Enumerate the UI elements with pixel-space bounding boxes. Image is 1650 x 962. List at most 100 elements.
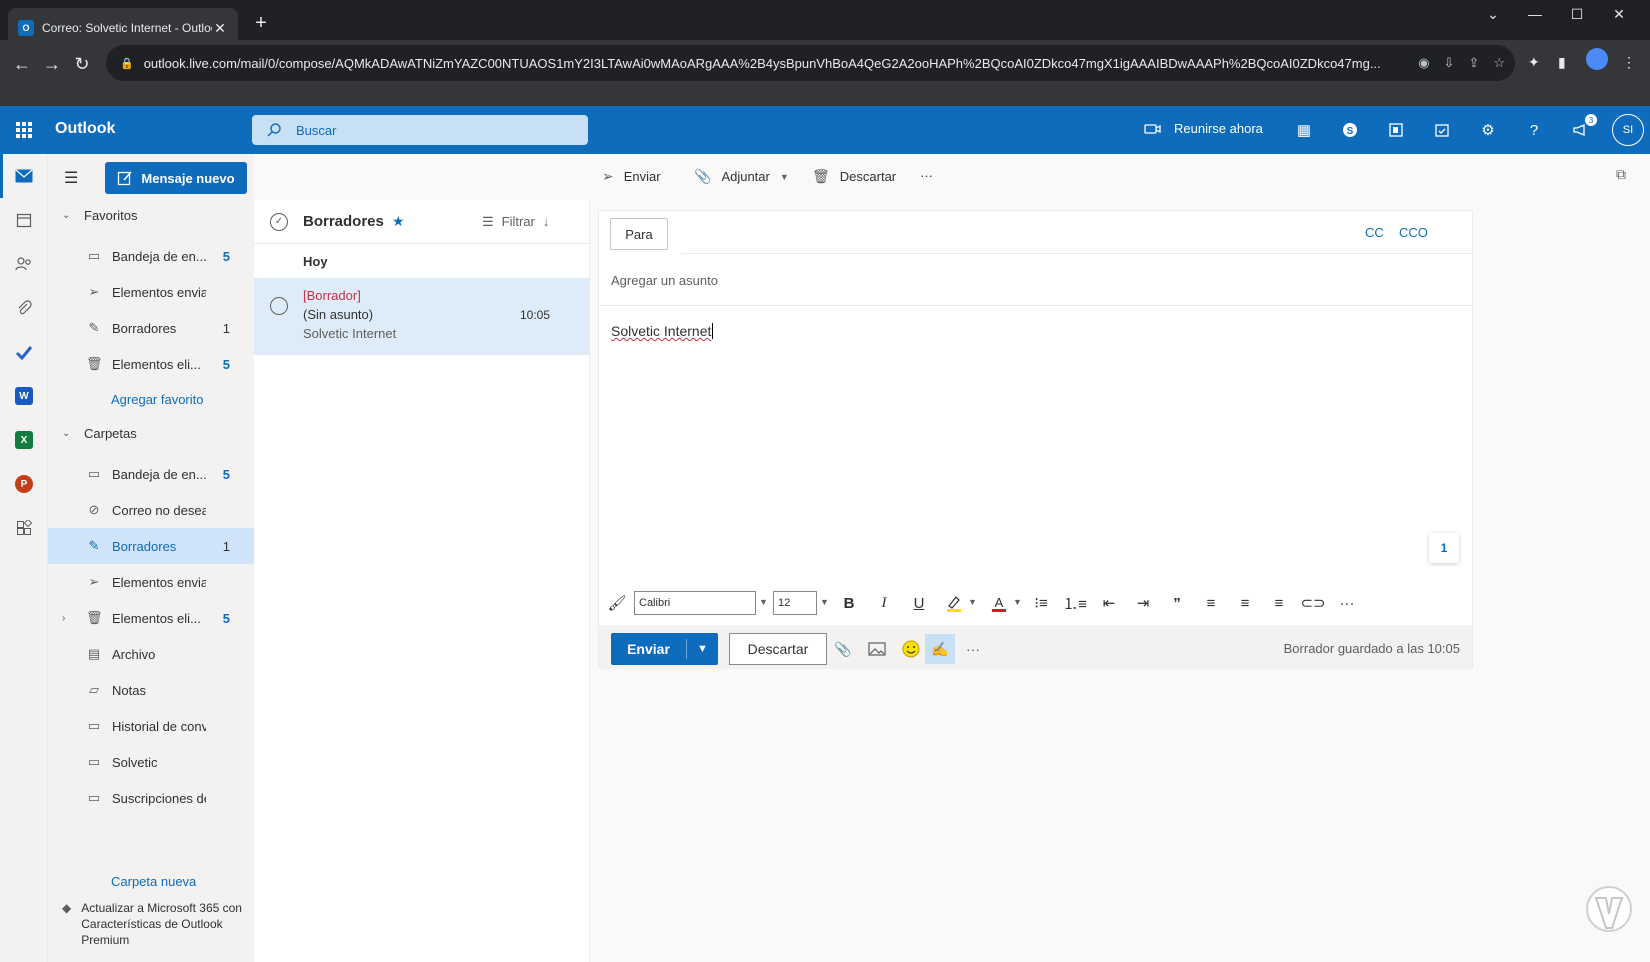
send-button[interactable]: Enviar ▼ [611, 633, 718, 665]
italic-button[interactable]: I [874, 593, 894, 613]
more-apps-icon[interactable] [14, 518, 34, 538]
settings-gear-icon[interactable]: ⚙ [1478, 120, 1498, 140]
browser-profile-avatar[interactable] [1586, 48, 1608, 70]
font-size-input[interactable]: 12 [773, 591, 817, 615]
paperclip-icon[interactable] [14, 298, 34, 318]
font-color-chevron-icon[interactable]: ▼ [1013, 597, 1022, 607]
my-day-icon[interactable] [1432, 120, 1452, 140]
favorite-star-icon[interactable]: ★ [392, 213, 405, 230]
to-button[interactable]: Para [610, 218, 668, 250]
folder-drafts[interactable]: ✎ Borradores 1 [48, 528, 254, 564]
attach-file-icon[interactable]: 📎 [833, 639, 853, 659]
folder-inbox[interactable]: ▭ Bandeja de en... 5 [48, 456, 254, 492]
command-attach-button[interactable]: 📎 Adjuntar ▼ [694, 168, 789, 185]
favorites-header[interactable]: ⌄ Favoritos [62, 208, 137, 223]
more-actions-icon[interactable]: ··· [963, 639, 983, 659]
folder-subscriptions[interactable]: ▭ Suscripciones de... [48, 780, 254, 816]
folder-archive[interactable]: ▤ Archivo [48, 636, 254, 672]
message-select-radio[interactable] [270, 297, 288, 315]
favorite-inbox[interactable]: ▭ Bandeja de en... 5 [48, 238, 254, 274]
forward-button[interactable]: → [38, 50, 66, 78]
folder-solvetic[interactable]: ▭ Solvetic [48, 744, 254, 780]
tab-search-chevron-icon[interactable]: ⌄ [1478, 6, 1508, 23]
folder-notes[interactable]: ▱ Notas [48, 672, 254, 708]
office-icon[interactable] [1386, 120, 1406, 140]
align-center-icon[interactable]: ≡ [1235, 593, 1255, 613]
reading-pane-scrollbar[interactable] [1636, 200, 1650, 962]
help-icon[interactable]: ? [1524, 120, 1544, 140]
cc-button[interactable]: CC [1365, 225, 1384, 240]
command-discard-button[interactable]: 🗑 Descartar [812, 168, 896, 185]
filter-button[interactable]: ☰ Filtrar ↓ [482, 214, 549, 230]
emoji-icon[interactable] [901, 639, 921, 659]
decrease-indent-icon[interactable]: ⇤ [1099, 593, 1119, 613]
hamburger-menu-icon[interactable]: ☰ [64, 168, 78, 188]
numbered-list-icon[interactable]: ⒈≡ [1063, 593, 1087, 613]
message-body[interactable]: Solvetic Internet [611, 323, 714, 339]
quote-icon[interactable]: ” [1167, 593, 1187, 613]
highlight-chevron-icon[interactable]: ▼ [968, 597, 977, 607]
close-tab-icon[interactable]: ✕ [212, 20, 228, 37]
side-panel-icon[interactable]: ▮ [1558, 54, 1566, 71]
favorite-deleted[interactable]: 🗑 Elementos eli... 5 [48, 346, 254, 382]
maximize-icon[interactable]: ☐ [1562, 6, 1592, 23]
powerpoint-icon[interactable]: P [14, 474, 34, 494]
send-options-chevron-icon[interactable]: ▼ [687, 643, 718, 655]
format-painter-icon[interactable]: 🖌 [607, 593, 627, 613]
size-dropdown-chevron-icon[interactable]: ▼ [820, 597, 829, 607]
font-dropdown-chevron-icon[interactable]: ▼ [759, 597, 768, 607]
more-options-button[interactable]: ··· [920, 168, 933, 183]
bold-button[interactable]: B [839, 593, 859, 613]
address-bar[interactable]: 🔒 outlook.live.com/mail/0/compose/AQMkAD… [106, 45, 1515, 81]
new-message-button[interactable]: Mensaje nuevo [105, 162, 247, 194]
bcc-button[interactable]: CCO [1399, 225, 1428, 240]
folder-conversation-history[interactable]: ▭ Historial de conv... [48, 708, 254, 744]
meet-now-button[interactable]: Reunirse ahora [1144, 121, 1263, 136]
word-icon[interactable]: W [14, 386, 34, 406]
people-icon[interactable] [14, 254, 34, 274]
underline-button[interactable]: U [909, 593, 929, 613]
new-folder-link[interactable]: Carpeta nueva [111, 874, 196, 889]
align-left-icon[interactable]: ≡ [1201, 593, 1221, 613]
insert-image-icon[interactable] [867, 639, 887, 659]
editor-icon[interactable]: ✍ [925, 634, 955, 664]
mail-icon[interactable] [14, 166, 34, 186]
new-tab-button[interactable]: + [250, 12, 272, 34]
highlight-icon[interactable] [944, 593, 964, 613]
discard-button[interactable]: Descartar [729, 633, 827, 665]
calendar-icon[interactable] [14, 210, 34, 230]
folder-deleted[interactable]: › 🗑 Elementos eli... 5 [48, 600, 254, 636]
message-list-item[interactable]: [Borrador] (Sin asunto) Solvetic Interne… [254, 278, 590, 355]
favorite-drafts[interactable]: ✎ Borradores 1 [48, 310, 254, 346]
todo-check-icon[interactable] [14, 342, 34, 362]
increase-indent-icon[interactable]: ⇥ [1133, 593, 1153, 613]
skype-icon[interactable]: S [1340, 120, 1360, 140]
excel-icon[interactable]: X [14, 430, 34, 450]
subject-input[interactable]: Agregar un asunto [611, 273, 718, 288]
command-send-button[interactable]: ➢ Enviar [602, 168, 661, 185]
app-name[interactable]: Outlook [55, 120, 115, 138]
select-all-checkbox[interactable]: ✓ [270, 212, 288, 231]
folder-junk[interactable]: ⊘ Correo no desea... [48, 492, 254, 528]
font-color-icon[interactable]: A [989, 593, 1009, 613]
extensions-icon[interactable]: ✦ [1528, 54, 1540, 71]
reload-button[interactable]: ↻ [68, 50, 96, 78]
popout-window-icon[interactable]: ⧉ [1616, 166, 1626, 183]
back-button[interactable]: ← [8, 50, 36, 78]
favorite-sent[interactable]: ➢ Elementos envia... [48, 274, 254, 310]
upgrade-premium-link[interactable]: ◆ Actualizar a Microsoft 365 con Caracte… [62, 900, 248, 948]
browser-menu-icon[interactable]: ⋮ [1622, 54, 1636, 71]
font-family-input[interactable]: Calibri [634, 591, 756, 615]
align-right-icon[interactable]: ≡ [1269, 593, 1289, 613]
eye-icon[interactable]: ◉ [1418, 55, 1429, 71]
close-window-icon[interactable]: ✕ [1604, 6, 1634, 23]
add-favorite-link[interactable]: Agregar favorito [111, 392, 204, 407]
chevron-right-icon[interactable]: › [62, 613, 65, 624]
folder-sent[interactable]: ➢ Elementos envia... [48, 564, 254, 600]
qr-code-icon[interactable]: ▦ [1294, 120, 1314, 140]
link-icon[interactable]: ⊂⊃ [1300, 593, 1325, 613]
folders-header[interactable]: ⌄ Carpetas [62, 426, 137, 441]
minimize-icon[interactable]: — [1520, 6, 1550, 22]
app-launcher-icon[interactable] [16, 122, 32, 138]
install-icon[interactable]: ⇩ [1444, 55, 1455, 71]
